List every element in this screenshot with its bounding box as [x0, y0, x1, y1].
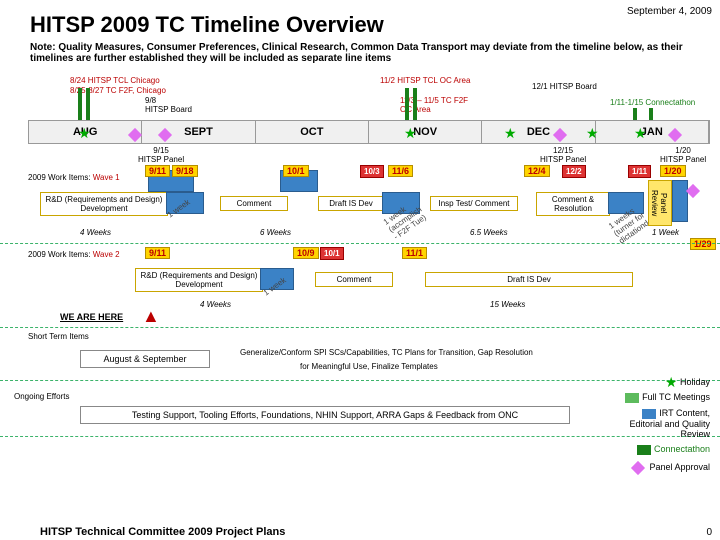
wave1-label: 2009 Work Items: [28, 173, 91, 182]
footer-text: HITSP Technical Committee 2009 Project P… [40, 526, 285, 538]
star-icon: ★ [586, 125, 599, 142]
lbl-weeks: 4 Weeks [80, 228, 111, 237]
box-augsep: August & September [80, 350, 210, 368]
box-comment: Comment [220, 196, 288, 211]
lbl-weeks: 6.5 Weeks [470, 228, 508, 237]
annot-connectathon: 1/11-1/15 Connectathon [610, 98, 695, 107]
star-icon: ★ [634, 125, 647, 142]
diamond-icon [670, 129, 686, 140]
legend-full: Full TC Meetings [625, 392, 710, 403]
annot-tcl-chicago: 8/24 HITSP TCL Chicago [70, 76, 160, 85]
arrow-icon: ▲ [142, 306, 160, 327]
diamond-icon [160, 129, 176, 140]
note-text: Note: Quality Measures, Consumer Prefere… [30, 42, 712, 64]
wave2-label: 2009 Work Items: [28, 250, 91, 259]
box-panel-review: Panel Review [648, 180, 672, 226]
tag-date: 1/20 [660, 165, 686, 177]
box-cres: Comment & Resolution [536, 192, 610, 216]
bar-small [672, 180, 688, 222]
lbl-weeks: 6 Weeks [260, 228, 291, 237]
wave1-phase: Wave 1 [91, 173, 120, 182]
tag-date: 10/9 [293, 247, 319, 259]
red-tag: 12/2 [562, 165, 586, 178]
we-are-here: WE ARE HERE [60, 312, 123, 322]
annot-hitsp-board-dec: 12/1 HITSP Board [532, 82, 597, 91]
marker-line [86, 88, 90, 120]
month-cell: DEC [482, 121, 595, 143]
marker-line [413, 88, 417, 120]
wave2-phase: Wave 2 [91, 250, 120, 259]
box-insp: Insp Test/ Comment [430, 196, 518, 211]
tag-date: 11/1 [402, 247, 427, 259]
annot-tc-f2f-chicago: 8/25-8/27 TC F2F, Chicago [70, 86, 166, 95]
marker-line [649, 108, 653, 120]
short-title: Short Term Items [28, 332, 89, 341]
annot-hitsp-board-sep: 9/8 HITSP Board [145, 96, 192, 114]
lbl-weeks: 15 Weeks [490, 300, 525, 309]
box-rnd: R&D (Requirements and Design) Developmen… [40, 192, 168, 216]
month-cell: NOV [369, 121, 482, 143]
legend-conn: Connectathon [637, 444, 710, 455]
box-comment2: Comment [315, 272, 393, 287]
legend-holiday: ★ Holiday [665, 374, 710, 391]
box-draft: Draft IS Dev [318, 196, 384, 211]
short-desc2: for Meaningful Use, Finalize Templates [300, 362, 438, 371]
star-icon: ★ [78, 125, 91, 142]
annot-tcl-oc: 11/2 HITSP TCL OC Area [380, 76, 470, 85]
box-ongoing: Testing Support, Tooling Efforts, Founda… [80, 406, 570, 424]
short-desc1: Generalize/Conform SPI SCs/Capabilities,… [240, 348, 533, 357]
marker-line [405, 88, 409, 120]
page-title: HITSP 2009 TC Timeline Overview [30, 12, 384, 38]
legend-irt: IRT Content, Editorial and Quality Revie… [610, 408, 710, 439]
month-cell: JAN [596, 121, 709, 143]
tag-date: 9/18 [172, 165, 198, 177]
tag-date: 12/4 [524, 165, 550, 177]
red-tag: 10/3 [360, 165, 384, 178]
annot-tc-f2f-oc: 11/3 – 11/5 TC F2F OC Area [400, 96, 468, 114]
tag-date: 10/1 [283, 165, 309, 177]
diamond-icon [130, 129, 146, 140]
box-rnd2: R&D (Requirements and Design) Developmen… [135, 268, 263, 292]
tag-date: 11/6 [388, 165, 413, 177]
tag-date: 9/11 [145, 165, 170, 177]
tag-date: 1/29 [690, 238, 716, 250]
red-tag: 10/1 [320, 247, 344, 260]
tag-date: 9/11 [145, 247, 170, 259]
slide-number: 0 [706, 527, 712, 538]
month-cell: OCT [256, 121, 369, 143]
star-icon: ★ [404, 125, 417, 142]
marker-line [633, 108, 637, 120]
annot-panel-jan: 1/20 HITSP Panel [660, 146, 706, 164]
legend-panel: Panel Approval [633, 462, 710, 473]
ongoing-title: Ongoing Efforts [14, 392, 69, 401]
lbl-weeks: 1 Week [652, 228, 679, 237]
annot-panel-sep: 9/15 HITSP Panel [138, 146, 184, 164]
diamond-icon [555, 129, 571, 140]
box-draft2: Draft IS Dev [425, 272, 633, 287]
lbl-weeks: 4 Weeks [200, 300, 231, 309]
annot-panel-dec: 12/15 HITSP Panel [540, 146, 586, 164]
marker-line [78, 88, 82, 120]
star-icon: ★ [504, 125, 517, 142]
date-label: September 4, 2009 [627, 6, 712, 17]
red-tag: 1/11 [628, 165, 651, 178]
diamond-icon [688, 185, 704, 196]
